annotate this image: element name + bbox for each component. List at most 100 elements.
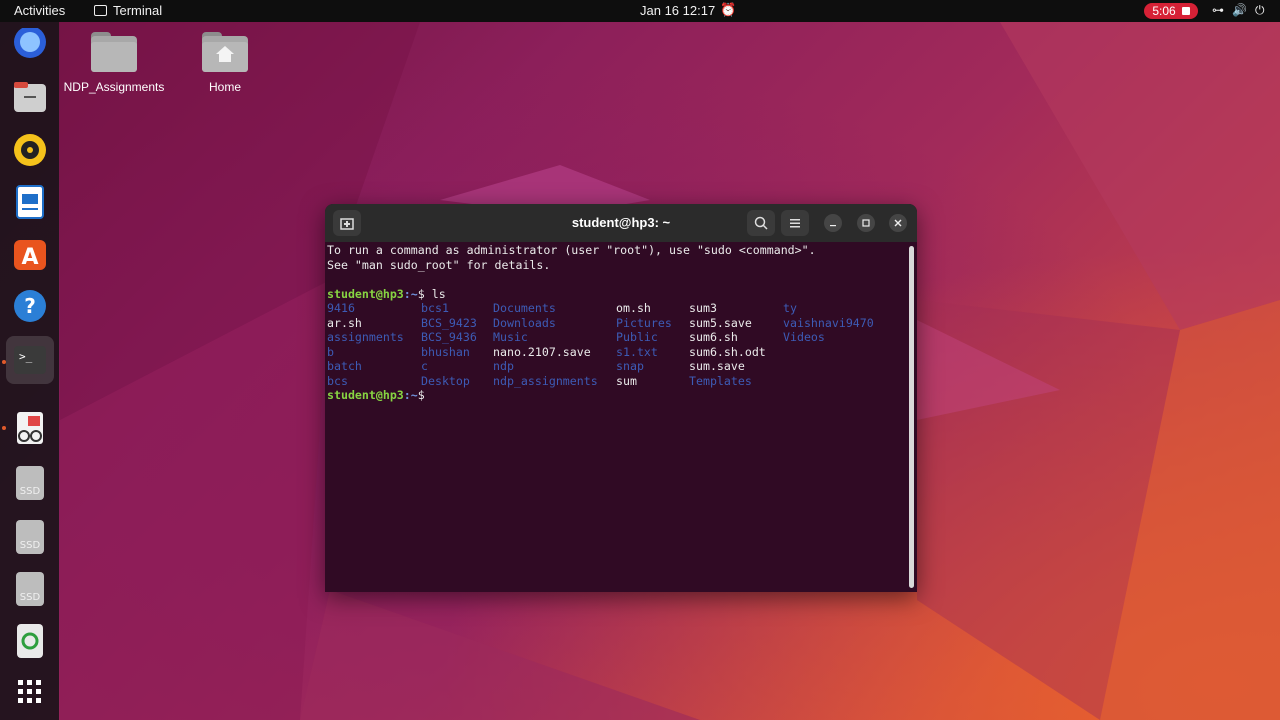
- dock-ssd-1[interactable]: SSD: [6, 458, 54, 506]
- running-indicator: [2, 426, 6, 430]
- ls-row: ar.sh BCS_9423 Downloads Pictures sum5.save v…: [327, 316, 907, 331]
- prompt-symbol: $: [417, 388, 432, 402]
- ls-directory-entry: ndp_assignments: [493, 373, 598, 388]
- ls-directory-entry: Downloads: [493, 315, 556, 330]
- ls-row: 9416 bcs1 Documents om.sh sum3 ty: [327, 301, 907, 316]
- svg-text:SSD: SSD: [20, 592, 41, 603]
- ls-directory-entry: BCS_9436: [421, 330, 477, 344]
- ls-directory-entry: BCS_9423: [421, 315, 477, 330]
- ls-file-entry: ar.sh: [327, 315, 362, 330]
- ls-file-entry: om.sh: [616, 301, 651, 315]
- terminal-icon: [94, 5, 107, 16]
- ls-file-entry: sum.save: [689, 359, 745, 373]
- minimize-icon: [830, 225, 836, 227]
- ls-directory-entry: c: [421, 359, 428, 373]
- ls-directory-entry: bcs1: [421, 301, 449, 315]
- ls-directory-entry: bhushan: [421, 344, 470, 359]
- ls-directory-entry: vaishnavi9470: [783, 315, 874, 330]
- desktop-icon-label: Home: [208, 80, 241, 94]
- volume-icon: 🔊: [1232, 3, 1247, 17]
- dock-app-center[interactable]: A: [6, 230, 54, 278]
- app-menu-button[interactable]: Terminal: [94, 3, 162, 18]
- app-center-icon: A: [14, 240, 46, 270]
- network-icon: ⊶: [1212, 3, 1224, 17]
- prompt-path: :~: [403, 286, 418, 301]
- ls-directory-entry: Desktop: [421, 373, 470, 388]
- clock-button[interactable]: Jan 16 12:17: [640, 3, 715, 18]
- dock-writer[interactable]: [6, 178, 54, 226]
- intro-line-1: To run a command as administrator (user …: [327, 243, 816, 257]
- ssd-drive-icon: SSD: [16, 520, 44, 554]
- dock-files[interactable]: [6, 72, 54, 120]
- dock-help[interactable]: ?: [6, 282, 54, 330]
- libreoffice-writer-icon: [16, 185, 44, 219]
- activities-button[interactable]: Activities: [14, 3, 65, 18]
- dock-terminal[interactable]: >_: [6, 336, 54, 384]
- maximize-icon: [862, 219, 870, 227]
- home-folder-icon: [202, 32, 248, 72]
- prompt-user: student@hp3: [327, 286, 404, 301]
- desktop-folder-ndp-assignments[interactable]: NDP_Assignments: [59, 32, 169, 94]
- ls-directory-entry: Pictures: [616, 315, 672, 330]
- ls-file-entry: sum6.sh.odt: [689, 344, 766, 359]
- trash-icon: [17, 624, 43, 658]
- close-button[interactable]: [889, 214, 907, 232]
- ssd-drive-icon: SSD: [16, 572, 44, 606]
- ls-file-entry: sum6.sh: [689, 330, 738, 344]
- ls-directory-entry: snap: [616, 359, 644, 373]
- dock-trash[interactable]: [6, 616, 54, 664]
- ls-row: batch c ndp snap sum.save: [327, 359, 907, 374]
- dock-document-viewer[interactable]: [6, 404, 54, 452]
- ls-directory-entry: 9416: [327, 301, 355, 315]
- close-icon: [894, 219, 902, 227]
- ls-file-entry: sum: [616, 373, 637, 388]
- ls-directory-entry: b: [327, 344, 334, 359]
- current-prompt-line[interactable]: student@hp3:~$: [327, 388, 907, 403]
- ls-directory-entry: Public: [616, 330, 658, 344]
- app-name-label: Terminal: [113, 3, 163, 18]
- ls-directory-entry: Documents: [493, 301, 556, 315]
- ssd-drive-icon: SSD: [16, 466, 44, 500]
- desktop-folder-home[interactable]: Home: [170, 32, 280, 94]
- terminal-header-bar[interactable]: student@hp3: ~: [325, 204, 917, 242]
- running-indicator: [2, 360, 6, 364]
- power-icon: ⏻: [1254, 3, 1265, 17]
- minimize-button[interactable]: [824, 214, 842, 232]
- screen-recording-indicator[interactable]: 5:06: [1144, 3, 1198, 19]
- dock-firefox[interactable]: [6, 22, 54, 70]
- menu-button[interactable]: [781, 210, 809, 236]
- stop-icon: [1181, 7, 1190, 15]
- search-button[interactable]: [747, 210, 775, 236]
- terminal-scrollbar[interactable]: [909, 246, 914, 588]
- show-apps-icon: [18, 680, 41, 703]
- ls-row: b bhushan nano.2107.save s1.txt sum6.sh.odt: [327, 345, 907, 360]
- terminal-output[interactable]: To run a command as administrator (user …: [327, 242, 907, 592]
- dock-ssd-2[interactable]: SSD: [6, 512, 54, 560]
- ls-directory-entry: ty: [783, 301, 797, 315]
- maximize-button[interactable]: [857, 214, 875, 232]
- prompt-user: student@hp3: [327, 388, 404, 402]
- dock: A ? >_ SSD SSD SSD: [0, 22, 59, 720]
- show-apps-button[interactable]: [6, 668, 54, 716]
- system-menu-button[interactable]: ⊶ 🔊 ⏻: [1212, 3, 1264, 18]
- command-line: student@hp3:~$ ls: [327, 287, 907, 302]
- svg-text:SSD: SSD: [20, 486, 41, 497]
- folder-icon: [91, 32, 137, 72]
- terminal-window[interactable]: student@hp3: ~ To run a command as admin…: [325, 204, 917, 592]
- hamburger-menu-icon: [790, 219, 800, 228]
- ls-directory-entry: ndp: [493, 359, 514, 373]
- document-viewer-icon: [17, 412, 43, 444]
- svg-text:?: ?: [24, 294, 36, 318]
- svg-text:A: A: [21, 245, 38, 270]
- svg-text:>_: >_: [19, 350, 33, 363]
- rhythmbox-icon: [14, 134, 46, 166]
- dock-ssd-3[interactable]: SSD: [6, 564, 54, 612]
- search-icon: [754, 216, 768, 230]
- ls-directory-entry: Videos: [783, 330, 825, 344]
- help-icon: ?: [14, 290, 46, 322]
- recording-time: 5:06: [1152, 4, 1176, 18]
- ls-directory-entry: Templates: [689, 373, 752, 388]
- dock-rhythmbox[interactable]: [6, 126, 54, 174]
- firefox-icon: [14, 28, 46, 58]
